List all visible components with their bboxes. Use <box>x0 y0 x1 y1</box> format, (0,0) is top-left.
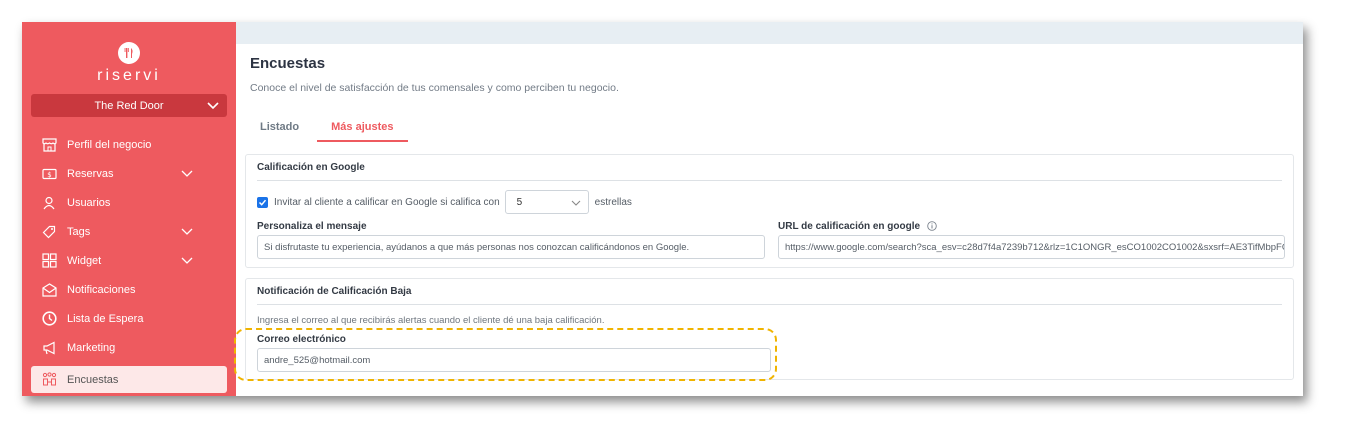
brand-logo[interactable]: riservi <box>22 42 236 85</box>
divider <box>257 180 1282 181</box>
low-rating-help: Ingresa el correo al que recibirás alert… <box>257 315 605 326</box>
stars-suffix: estrellas <box>594 196 632 208</box>
message-label: Personaliza el mensaje <box>257 221 367 232</box>
card-title: Calificación en Google <box>257 162 365 173</box>
tab-listado[interactable]: Listado <box>250 116 309 142</box>
chevron-down-icon[interactable] <box>181 254 193 266</box>
branch-selector[interactable]: The Red Door <box>31 94 227 117</box>
stars-selected-value: 5 <box>516 196 523 208</box>
chevron-down-icon[interactable] <box>181 167 193 179</box>
sidebar-item-label: Reservas <box>67 167 114 180</box>
svg-text:$: $ <box>47 171 51 179</box>
sidebar: riservi The Red Door Perfil del negocio … <box>22 22 236 396</box>
sidebar-item-label: Widget <box>67 254 102 267</box>
sidebar-item-lista-espera[interactable]: Lista de Espera <box>31 304 227 333</box>
sidebar-item-label: Lista de Espera <box>67 312 144 325</box>
sidebar-item-label: Usuarios <box>67 196 111 209</box>
google-url-input[interactable]: https://www.google.com/search?sca_esv=c2… <box>778 235 1285 259</box>
grid-icon <box>41 253 57 269</box>
google-invite-row: Invitar al cliente a calificar en Google… <box>257 190 632 214</box>
tabs: Listado Más ajustes <box>250 116 408 142</box>
sidebar-item-notificaciones[interactable]: Notificaciones <box>31 275 227 304</box>
brand-name: riservi <box>97 67 161 84</box>
sidebar-item-label: Encuestas <box>67 373 119 386</box>
sidebar-item-label: Marketing <box>67 341 116 354</box>
sidebar-nav: Perfil del negocio $ Reservas Usuarios T… <box>31 130 227 393</box>
chevron-down-icon <box>207 102 219 110</box>
message-input[interactable]: Si disfrutaste tu experiencia, ayúdanos … <box>257 235 765 259</box>
tag-icon <box>41 224 57 240</box>
stars-select[interactable]: 5 <box>504 190 589 214</box>
card-title: Notificación de Calificación Baja <box>257 286 412 297</box>
fork-knife-icon <box>118 42 140 64</box>
clock-icon <box>41 311 57 327</box>
sidebar-item-label: Perfil del negocio <box>67 138 152 151</box>
user-icon <box>41 195 57 211</box>
megaphone-icon <box>41 340 57 356</box>
survey-icon <box>41 372 57 388</box>
chevron-down-icon <box>571 200 581 206</box>
page-subtitle: Conoce el nivel de satisfacción de tus c… <box>250 82 619 94</box>
sidebar-item-widget[interactable]: Widget <box>31 246 227 275</box>
top-bar <box>236 22 1303 44</box>
invite-checkbox-label: Invitar al cliente a calificar en Google… <box>274 196 500 208</box>
url-label-row: URL de calificación en google <box>778 221 937 232</box>
storefront-icon <box>41 137 57 153</box>
invite-checkbox[interactable] <box>257 196 268 208</box>
url-label: URL de calificación en google <box>778 221 921 232</box>
sidebar-item-usuarios[interactable]: Usuarios <box>31 188 227 217</box>
sidebar-item-encuestas[interactable]: Encuestas <box>31 366 227 393</box>
sidebar-item-marketing[interactable]: Marketing <box>31 333 227 362</box>
branch-name: The Red Door <box>94 99 164 112</box>
sidebar-item-label: Notificaciones <box>67 283 136 296</box>
chevron-down-icon[interactable] <box>181 225 193 237</box>
google-rating-card: Calificación en Google Invitar al client… <box>245 154 1294 268</box>
check-icon <box>258 199 267 206</box>
sidebar-item-reservas[interactable]: $ Reservas <box>31 159 227 188</box>
envelope-icon <box>41 282 57 298</box>
sidebar-item-tags[interactable]: Tags <box>31 217 227 246</box>
tab-mas-ajustes[interactable]: Más ajustes <box>317 116 408 142</box>
highlight-annotation <box>234 328 777 381</box>
page-title: Encuestas <box>250 55 326 72</box>
ticket-icon: $ <box>41 166 57 182</box>
sidebar-item-perfil[interactable]: Perfil del negocio <box>31 130 227 159</box>
divider <box>257 304 1282 305</box>
info-icon[interactable] <box>927 221 937 232</box>
sidebar-item-label: Tags <box>67 225 91 238</box>
